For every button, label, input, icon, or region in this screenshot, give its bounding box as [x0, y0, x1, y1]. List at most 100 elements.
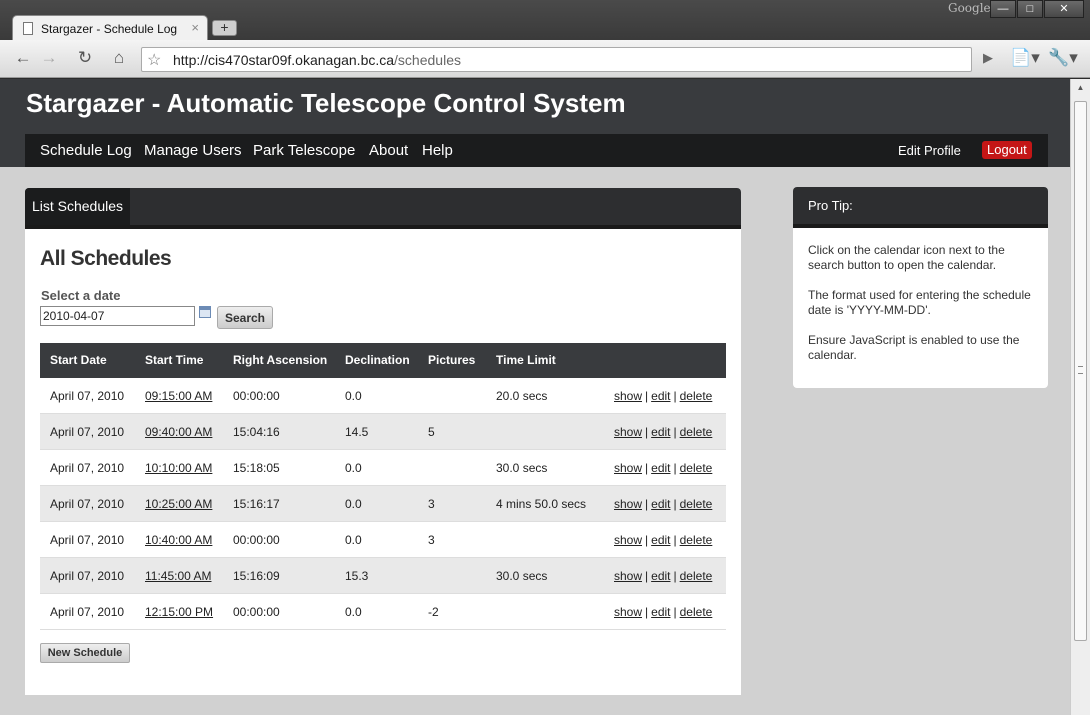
- edit-link[interactable]: edit: [651, 569, 670, 583]
- cell-right-ascension: 00:00:00: [233, 605, 280, 619]
- back-icon[interactable]: ←: [10, 47, 36, 71]
- scroll-up-icon[interactable]: ▲: [1071, 79, 1090, 97]
- cell-start-time: 10:40:00 AM: [145, 533, 212, 547]
- cell-declination: 0.0: [345, 497, 362, 511]
- row-actions: show | edit | delete: [614, 605, 712, 619]
- col-right-ascension: Right Ascension: [233, 353, 328, 367]
- show-link[interactable]: show: [614, 569, 642, 583]
- table-row: April 07, 2010 12:15:00 PM 00:00:00 0.0 -2 sh…: [40, 594, 726, 630]
- bookmark-star-icon[interactable]: ☆: [147, 50, 161, 70]
- show-link[interactable]: show: [614, 497, 642, 511]
- separator: |: [645, 569, 649, 583]
- start-time-link[interactable]: 11:45:00 AM: [145, 569, 212, 583]
- cell-declination: 0.0: [345, 389, 362, 403]
- edit-link[interactable]: edit: [651, 389, 670, 403]
- home-icon[interactable]: ⌂: [106, 47, 132, 71]
- tab-list-schedules[interactable]: List Schedules: [25, 188, 130, 225]
- table-row: April 07, 2010 10:25:00 AM 15:16:17 0.0 3 4 m…: [40, 486, 726, 522]
- edit-link[interactable]: edit: [651, 497, 670, 511]
- browser-titlebar: Stargazer - Schedule Log × + Google — □ …: [0, 0, 1090, 41]
- delete-link[interactable]: delete: [680, 605, 713, 619]
- cell-pictures: 3: [428, 533, 435, 547]
- edit-profile-link[interactable]: Edit Profile: [898, 143, 961, 158]
- url-host: http://cis470star09f.okanagan.bc.ca: [173, 52, 395, 68]
- minimize-icon[interactable]: —: [990, 0, 1016, 18]
- nav-manage-users[interactable]: Manage Users: [144, 142, 242, 159]
- delete-link[interactable]: delete: [680, 425, 713, 439]
- cell-right-ascension: 00:00:00: [233, 389, 280, 403]
- scroll-thumb[interactable]: [1074, 101, 1087, 641]
- wrench-menu-icon[interactable]: 🔧▾: [1048, 47, 1078, 71]
- vertical-scrollbar[interactable]: ▲: [1070, 79, 1090, 715]
- new-tab-button[interactable]: +: [212, 20, 237, 36]
- date-field[interactable]: [40, 306, 195, 326]
- nav-schedule-log[interactable]: Schedule Log: [40, 142, 132, 159]
- cell-start-time: 09:15:00 AM: [145, 389, 212, 403]
- start-time-link[interactable]: 10:40:00 AM: [145, 533, 212, 547]
- cell-pictures: 3: [428, 497, 435, 511]
- cell-start-time: 10:10:00 AM: [145, 461, 212, 475]
- cell-time-limit: 30.0 secs: [496, 569, 548, 583]
- calendar-icon[interactable]: [199, 306, 211, 318]
- nav-about[interactable]: About: [369, 142, 408, 159]
- reload-icon[interactable]: ↻: [72, 47, 98, 71]
- show-link[interactable]: show: [614, 605, 642, 619]
- edit-link[interactable]: edit: [651, 425, 670, 439]
- nav-park-telescope[interactable]: Park Telescope: [253, 142, 355, 159]
- delete-link[interactable]: delete: [680, 497, 713, 511]
- separator: |: [645, 425, 649, 439]
- site-title: Stargazer - Automatic Telescope Control …: [26, 88, 626, 118]
- logout-button[interactable]: Logout: [982, 141, 1032, 159]
- start-time-link[interactable]: 12:15:00 PM: [145, 605, 213, 619]
- show-link[interactable]: show: [614, 533, 642, 547]
- separator: |: [673, 425, 677, 439]
- start-time-link[interactable]: 10:10:00 AM: [145, 461, 212, 475]
- go-icon[interactable]: ▶: [975, 47, 1001, 71]
- new-schedule-button[interactable]: New Schedule: [40, 643, 130, 663]
- maximize-icon[interactable]: □: [1017, 0, 1043, 18]
- delete-link[interactable]: delete: [680, 389, 713, 403]
- page-menu-icon[interactable]: 📄▾: [1010, 47, 1040, 71]
- col-pictures: Pictures: [428, 353, 476, 367]
- page-viewport: Stargazer - Automatic Telescope Control …: [0, 79, 1070, 715]
- cell-start-date: April 07, 2010: [50, 425, 125, 439]
- row-actions: show | edit | delete: [614, 569, 712, 583]
- schedules-panel: List Schedules All Schedules Select a da…: [25, 188, 741, 695]
- start-time-link[interactable]: 10:25:00 AM: [145, 497, 212, 511]
- edit-link[interactable]: edit: [651, 533, 670, 547]
- edit-link[interactable]: edit: [651, 461, 670, 475]
- close-window-icon[interactable]: ✕: [1044, 0, 1084, 18]
- cell-start-time: 10:25:00 AM: [145, 497, 212, 511]
- col-declination: Declination: [345, 353, 410, 367]
- cell-pictures: -2: [428, 605, 439, 619]
- page-title: All Schedules: [40, 247, 172, 270]
- search-button[interactable]: Search: [217, 306, 273, 329]
- separator: |: [673, 389, 677, 403]
- address-bar[interactable]: ☆ http://cis470star09f.okanagan.bc.ca/sc…: [141, 47, 972, 72]
- page-icon: [23, 22, 33, 35]
- edit-link[interactable]: edit: [651, 605, 670, 619]
- separator: |: [673, 461, 677, 475]
- show-link[interactable]: show: [614, 461, 642, 475]
- start-time-link[interactable]: 09:15:00 AM: [145, 389, 212, 403]
- forward-icon[interactable]: →: [36, 47, 62, 71]
- delete-link[interactable]: delete: [680, 461, 713, 475]
- pro-tip-header: Pro Tip:: [793, 187, 1048, 228]
- schedules-table: Start Date Start Time Right Ascension De…: [40, 343, 726, 630]
- nav-help[interactable]: Help: [422, 142, 453, 159]
- pro-tip-panel: Pro Tip: Click on the calendar icon next…: [793, 187, 1048, 388]
- col-time-limit: Time Limit: [496, 353, 556, 367]
- delete-link[interactable]: delete: [680, 533, 713, 547]
- delete-link[interactable]: delete: [680, 569, 713, 583]
- browser-tab[interactable]: Stargazer - Schedule Log ×: [12, 15, 208, 41]
- show-link[interactable]: show: [614, 389, 642, 403]
- separator: |: [673, 533, 677, 547]
- start-time-link[interactable]: 09:40:00 AM: [145, 425, 212, 439]
- close-tab-icon[interactable]: ×: [191, 20, 199, 35]
- date-label: Select a date: [41, 288, 121, 303]
- cell-time-limit: 4 mins 50.0 secs: [496, 497, 587, 511]
- show-link[interactable]: show: [614, 425, 642, 439]
- separator: |: [645, 533, 649, 547]
- cell-declination: 0.0: [345, 605, 362, 619]
- cell-declination: 0.0: [345, 461, 362, 475]
